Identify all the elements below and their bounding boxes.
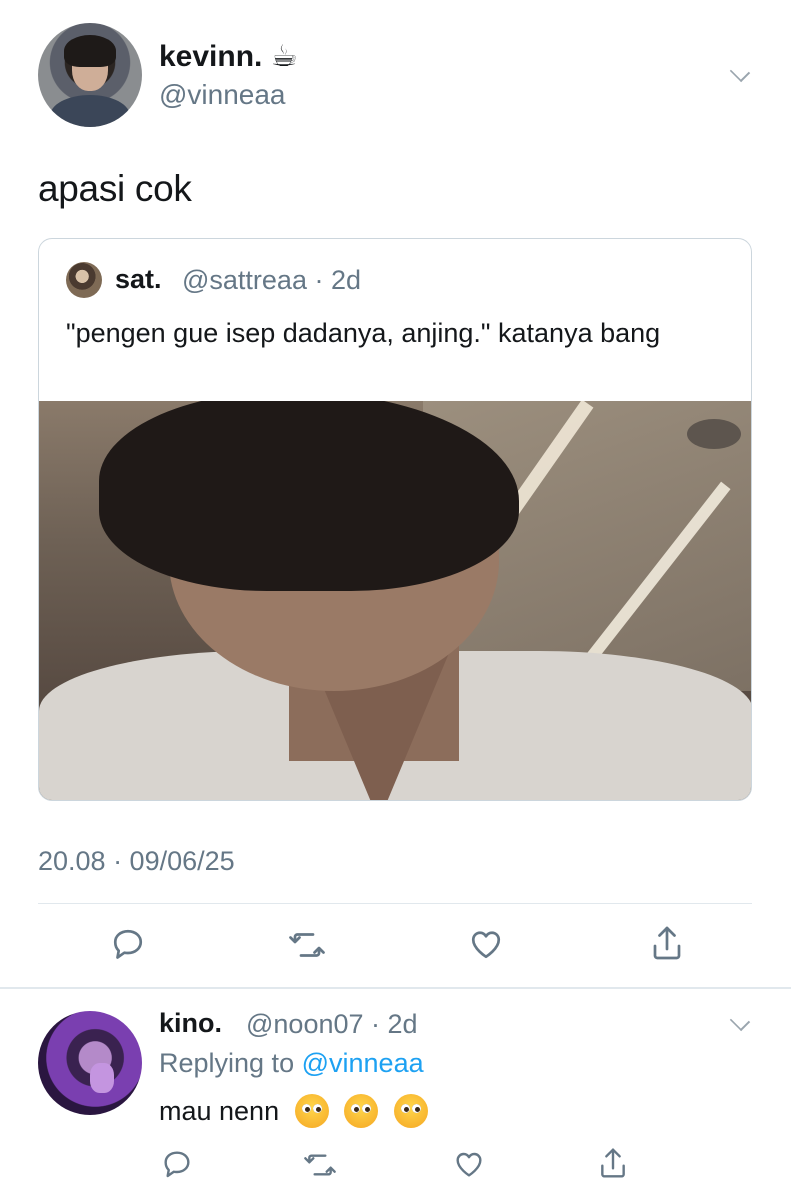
reply-author-avatar[interactable] (38, 1011, 142, 1115)
pleading-face-icon (393, 1094, 428, 1128)
heart-icon[interactable] (467, 926, 505, 962)
thread-divider (0, 987, 791, 989)
author-avatar[interactable] (38, 23, 142, 127)
reply-icon[interactable] (161, 1148, 193, 1180)
author-handle[interactable]: @vinneaa (159, 79, 286, 111)
coffee-emoji-icon: ☕ (270, 40, 298, 73)
reply-text: mau nenn (159, 1094, 428, 1128)
retweet-icon[interactable] (302, 1149, 338, 1181)
photo-hair (99, 401, 519, 591)
avatar-hand (90, 1063, 114, 1093)
avatar-shirt (50, 95, 130, 127)
heart-icon[interactable] (452, 1148, 486, 1180)
chevron-down-icon[interactable] (729, 1010, 751, 1032)
reply-author-name[interactable]: kino. (159, 1008, 222, 1039)
share-icon[interactable] (649, 923, 685, 963)
quoted-author-handle: @sattreaa · 2d (182, 265, 361, 295)
author-name[interactable]: kevinn. ☕ (159, 39, 298, 74)
replying-to: Replying to @vinneaa (159, 1048, 424, 1079)
replying-to-mention[interactable]: @vinneaa (302, 1048, 424, 1078)
avatar-hair (64, 35, 116, 67)
quoted-author-avatar (66, 262, 102, 298)
reply-text-body: mau nenn (159, 1096, 280, 1126)
pleading-face-icon (294, 1094, 329, 1128)
pleading-face-icon (344, 1094, 379, 1128)
photo-spotlight (687, 419, 741, 449)
reply-icon[interactable] (110, 926, 146, 962)
quoted-tweet-text: "pengen gue isep dadanya, anjing." katan… (66, 318, 661, 348)
share-icon[interactable] (597, 1145, 629, 1181)
author-display-name: kevinn. (159, 40, 263, 73)
quoted-tweet-photo[interactable] (39, 401, 751, 800)
tweet-timestamp: 20.08 · 09/06/25 (38, 846, 235, 876)
divider (38, 903, 752, 904)
retweet-icon[interactable] (287, 927, 327, 963)
chevron-down-icon[interactable] (729, 61, 751, 83)
reply-author-handle[interactable]: @noon07 · 2d (246, 1009, 418, 1040)
tweet-text: apasi cok (38, 168, 192, 209)
quoted-tweet-card[interactable]: sat. @sattreaa · 2d "pengen gue isep dad… (38, 238, 752, 801)
replying-to-label: Replying to (159, 1048, 295, 1078)
quoted-author-name: sat. (115, 264, 162, 294)
